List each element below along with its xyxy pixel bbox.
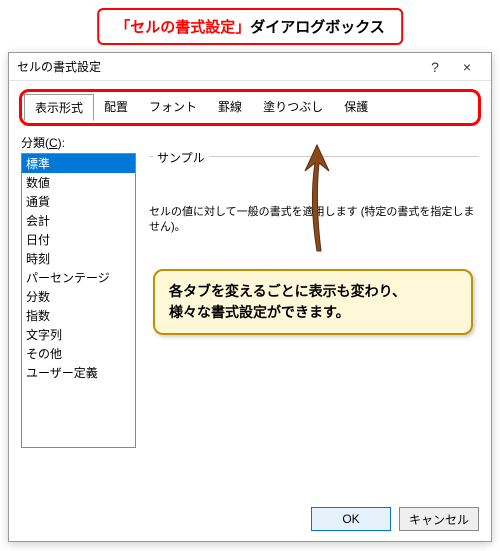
category-item-time[interactable]: 時刻 — [22, 249, 135, 268]
format-cells-dialog: セルの書式設定 ? × 表示形式 配置 フォント 罫線 塗りつぶし 保護 分類(… — [8, 52, 492, 542]
dialog-title: セルの書式設定 — [17, 58, 419, 75]
category-item-fraction[interactable]: 分数 — [22, 287, 135, 306]
tab-number-format[interactable]: 表示形式 — [24, 94, 94, 121]
tab-alignment[interactable]: 配置 — [94, 94, 139, 121]
tab-font[interactable]: フォント — [139, 94, 208, 121]
category-item-number[interactable]: 数値 — [22, 173, 135, 192]
category-item-percentage[interactable]: パーセンテージ — [22, 268, 135, 287]
category-item-text[interactable]: 文字列 — [22, 325, 135, 344]
header-callout-rest: ダイアログボックス — [250, 19, 385, 36]
button-row: OK キャンセル — [311, 507, 479, 531]
category-item-date[interactable]: 日付 — [22, 230, 135, 249]
cancel-button[interactable]: キャンセル — [399, 507, 479, 531]
tab-row: 表示形式 配置 フォント 罫線 塗りつぶし 保護 — [19, 89, 481, 126]
tab-fill[interactable]: 塗りつぶし — [253, 94, 334, 121]
category-item-scientific[interactable]: 指数 — [22, 306, 135, 325]
titlebar: セルの書式設定 ? × — [9, 53, 491, 81]
category-label: 分類(C): — [21, 134, 479, 151]
category-item-other[interactable]: その他 — [22, 344, 135, 363]
category-listbox[interactable]: 標準 数値 通貨 会計 日付 時刻 パーセンテージ 分数 指数 文字列 その他 … — [21, 153, 136, 448]
tab-border[interactable]: 罫線 — [208, 94, 253, 121]
annotation-line1: 各タブを変えるごとに表示も変わり、 — [169, 283, 406, 299]
header-callout-red: 「セルの書式設定」 — [115, 19, 250, 36]
category-item-accounting[interactable]: 会計 — [22, 211, 135, 230]
help-button[interactable]: ? — [419, 59, 451, 75]
close-button[interactable]: × — [451, 59, 483, 75]
annotation-line2: 様々な書式設定ができます。 — [169, 304, 350, 320]
sample-label: サンプル — [153, 149, 209, 166]
category-item-standard[interactable]: 標準 — [22, 154, 135, 173]
tab-protection[interactable]: 保護 — [334, 94, 379, 121]
ok-button[interactable]: OK — [311, 507, 391, 531]
annotation-box: 各タブを変えるごとに表示も変わり、 様々な書式設定ができます。 — [153, 269, 473, 335]
category-item-custom[interactable]: ユーザー定義 — [22, 363, 135, 382]
header-callout: 「セルの書式設定」ダイアログボックス — [97, 8, 403, 45]
annotation-arrow-icon — [297, 143, 337, 243]
category-item-currency[interactable]: 通貨 — [22, 192, 135, 211]
